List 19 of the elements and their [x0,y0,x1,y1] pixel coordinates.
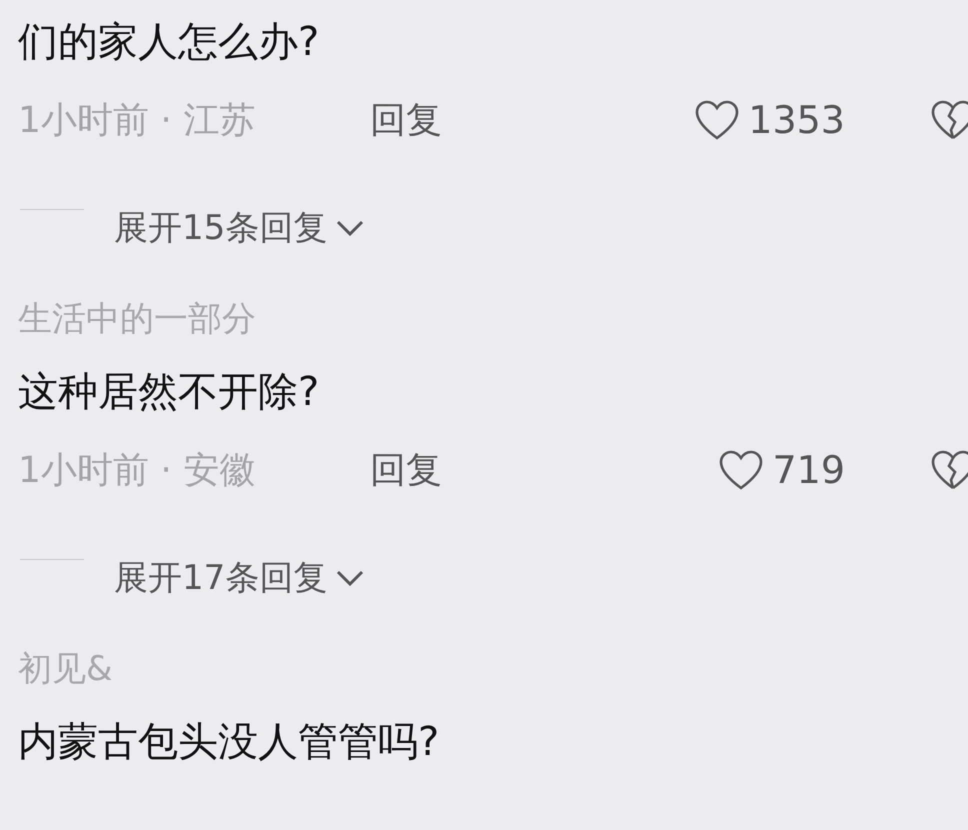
broken-heart-icon[interactable] [930,449,968,491]
chevron-down-icon [335,219,366,237]
comment-time-location: 1小时前 · 安徽 [18,448,256,492]
like-button[interactable]: 719 [718,448,845,492]
reply-link[interactable]: 回复 [370,446,442,494]
comment-text: 们的家人怎么办? [17,18,320,66]
chevron-down-icon [335,569,366,587]
comment-text: 这种居然不开除? [17,368,320,416]
heart-icon [718,449,764,491]
expand-replies-button[interactable]: 展开15条回复 [114,198,366,258]
reply-link[interactable]: 回复 [370,96,442,144]
comment-time-location: 1小时前 · 江苏 [18,98,256,142]
expand-replies-button[interactable]: 展开17条回复 [114,548,366,608]
comment-text: 内蒙古包头没人管管吗? [17,718,440,766]
like-button[interactable]: 1353 [694,98,845,142]
comment-author: 生活中的一部分 [17,298,256,341]
comment-author: 初见& [17,648,113,691]
broken-heart-icon[interactable] [930,99,968,141]
heart-icon [694,99,740,141]
